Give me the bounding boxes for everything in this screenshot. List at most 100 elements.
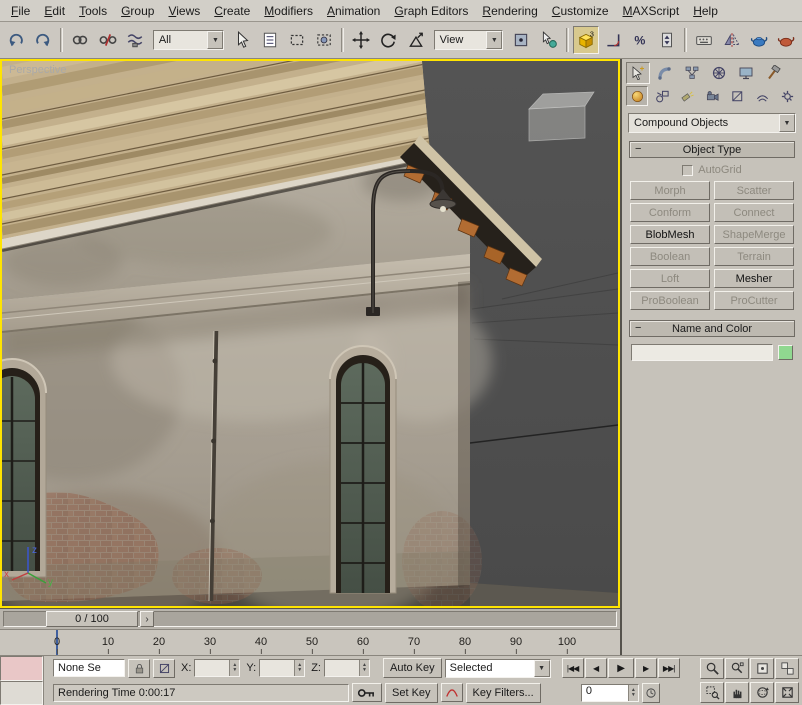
category-lights[interactable] xyxy=(676,86,698,106)
time-slider-next-button[interactable]: › xyxy=(140,611,154,627)
box-object[interactable] xyxy=(529,92,594,141)
conform-button[interactable]: Conform xyxy=(630,203,710,222)
menu-modifiers[interactable]: Modifiers xyxy=(257,1,320,21)
absolute-offset-toggle-button[interactable] xyxy=(153,659,175,678)
category-cameras[interactable] xyxy=(701,86,723,106)
selection-filter-dropdown[interactable]: All ▼ xyxy=(153,30,225,50)
angle-snap-toggle-button[interactable] xyxy=(600,26,626,54)
object-type-rollout-header[interactable]: − Object Type xyxy=(629,141,795,158)
unlink-selection-button[interactable] xyxy=(94,26,120,54)
menu-create[interactable]: Create xyxy=(207,1,257,21)
auto-key-button[interactable]: Auto Key xyxy=(383,658,442,678)
tab-modify[interactable] xyxy=(653,62,677,84)
menu-help[interactable]: Help xyxy=(686,1,725,21)
previous-frame-button[interactable]: ◀ xyxy=(585,658,607,678)
tab-hierarchy[interactable] xyxy=(680,62,704,84)
tab-motion[interactable] xyxy=(707,62,731,84)
window-crossing-toggle-button[interactable] xyxy=(311,26,337,54)
zoom-extents-all-button[interactable] xyxy=(775,658,799,679)
track-bar[interactable]: 0 10 20 30 40 50 60 70 80 90 100 xyxy=(0,629,620,655)
key-mode-arrow[interactable]: ▼ xyxy=(534,660,550,677)
name-color-rollout-header[interactable]: − Name and Color xyxy=(629,320,795,337)
loft-button[interactable]: Loft xyxy=(630,269,710,288)
use-pivot-point-center-button[interactable] xyxy=(508,26,534,54)
select-and-manipulate-button[interactable] xyxy=(535,26,561,54)
time-slider-handle[interactable]: 0 / 100 xyxy=(46,611,138,627)
category-shapes[interactable] xyxy=(651,86,673,106)
macro-recorder-line[interactable] xyxy=(0,656,43,681)
menu-rendering[interactable]: Rendering xyxy=(475,1,544,21)
play-button[interactable]: ▶ xyxy=(608,658,634,678)
viewport-scene[interactable]: z y x xyxy=(2,61,618,606)
percent-snap-toggle-button[interactable]: % xyxy=(627,26,653,54)
select-and-move-button[interactable] xyxy=(348,26,374,54)
menu-customize[interactable]: Customize xyxy=(545,1,616,21)
terrain-button[interactable]: Terrain xyxy=(714,247,794,266)
set-key-mode-button[interactable] xyxy=(352,683,382,702)
listener-line[interactable] xyxy=(0,681,43,705)
tab-display[interactable] xyxy=(734,62,758,84)
morph-button[interactable]: Morph xyxy=(630,181,710,200)
selection-status-field[interactable]: None Se xyxy=(53,659,125,677)
arc-rotate-button[interactable] xyxy=(750,682,774,703)
select-and-scale-button[interactable] xyxy=(402,26,428,54)
procutter-button[interactable]: ProCutter xyxy=(714,291,794,310)
zoom-region-button[interactable] xyxy=(700,682,724,703)
shapemerge-button[interactable]: ShapeMerge xyxy=(714,225,794,244)
select-by-name-button[interactable] xyxy=(257,26,283,54)
menu-maxscript[interactable]: MAXScript xyxy=(616,1,687,21)
reference-coordinate-dropdown[interactable]: View ▼ xyxy=(434,30,504,50)
autogrid-checkbox[interactable] xyxy=(682,165,693,176)
time-configuration-button[interactable] xyxy=(642,683,660,703)
object-color-swatch[interactable] xyxy=(778,345,793,360)
connect-button[interactable]: Connect xyxy=(714,203,794,222)
center-window[interactable] xyxy=(330,346,396,593)
proboolean-button[interactable]: ProBoolean xyxy=(630,291,710,310)
blobmesh-button[interactable]: BlobMesh xyxy=(630,225,710,244)
x-coordinate-field[interactable]: ▲▼ xyxy=(194,659,240,677)
category-helpers[interactable] xyxy=(726,86,748,106)
tab-create[interactable] xyxy=(626,62,650,84)
default-tangent-button[interactable] xyxy=(441,683,463,702)
bind-to-space-warp-button[interactable] xyxy=(122,26,148,54)
menu-views[interactable]: Views xyxy=(161,1,207,21)
maximize-viewport-toggle-button[interactable] xyxy=(775,682,799,703)
select-object-button[interactable] xyxy=(229,26,255,54)
next-frame-button[interactable]: ▶ xyxy=(635,658,657,678)
set-key-button[interactable]: Set Key xyxy=(385,683,438,703)
redo-button[interactable] xyxy=(30,26,56,54)
mesher-button[interactable]: Mesher xyxy=(714,269,794,288)
perspective-viewport[interactable]: z y x Perspective xyxy=(0,59,620,608)
select-and-rotate-button[interactable] xyxy=(375,26,401,54)
go-to-start-button[interactable]: |◀◀ xyxy=(562,658,584,678)
quick-render-button[interactable] xyxy=(773,26,799,54)
mirror-button[interactable] xyxy=(718,26,744,54)
key-mode-dropdown[interactable]: Selected ▼ xyxy=(445,659,551,678)
keyboard-shortcut-override-button[interactable] xyxy=(691,26,717,54)
menu-edit[interactable]: Edit xyxy=(37,1,72,21)
menu-graph-editors[interactable]: Graph Editors xyxy=(387,1,475,21)
snaps-toggle-3d-button[interactable]: 3 xyxy=(573,26,599,54)
select-and-link-button[interactable] xyxy=(67,26,93,54)
object-category-arrow[interactable]: ▼ xyxy=(779,114,795,132)
z-spinner[interactable]: ▲▼ xyxy=(359,660,369,676)
object-name-field[interactable] xyxy=(631,344,773,361)
z-coordinate-field[interactable]: ▲▼ xyxy=(324,659,370,677)
key-filters-button[interactable]: Key Filters... xyxy=(466,683,541,703)
scatter-button[interactable]: Scatter xyxy=(714,181,794,200)
viewport-label[interactable]: Perspective xyxy=(9,64,66,76)
category-space-warps[interactable] xyxy=(751,86,773,106)
spinner-snap-toggle-button[interactable] xyxy=(654,26,680,54)
menu-file[interactable]: File xyxy=(4,1,37,21)
rectangular-selection-region-button[interactable] xyxy=(284,26,310,54)
zoom-all-button[interactable] xyxy=(725,658,749,679)
selection-lock-button[interactable] xyxy=(128,659,150,678)
pan-view-button[interactable] xyxy=(725,682,749,703)
left-window[interactable] xyxy=(2,359,46,577)
undo-button[interactable] xyxy=(3,26,29,54)
category-geometry[interactable] xyxy=(626,86,648,106)
reference-coordinate-arrow[interactable]: ▼ xyxy=(486,31,502,49)
zoom-button[interactable] xyxy=(700,658,724,679)
tab-utilities[interactable] xyxy=(761,62,785,84)
render-setup-button[interactable] xyxy=(746,26,772,54)
